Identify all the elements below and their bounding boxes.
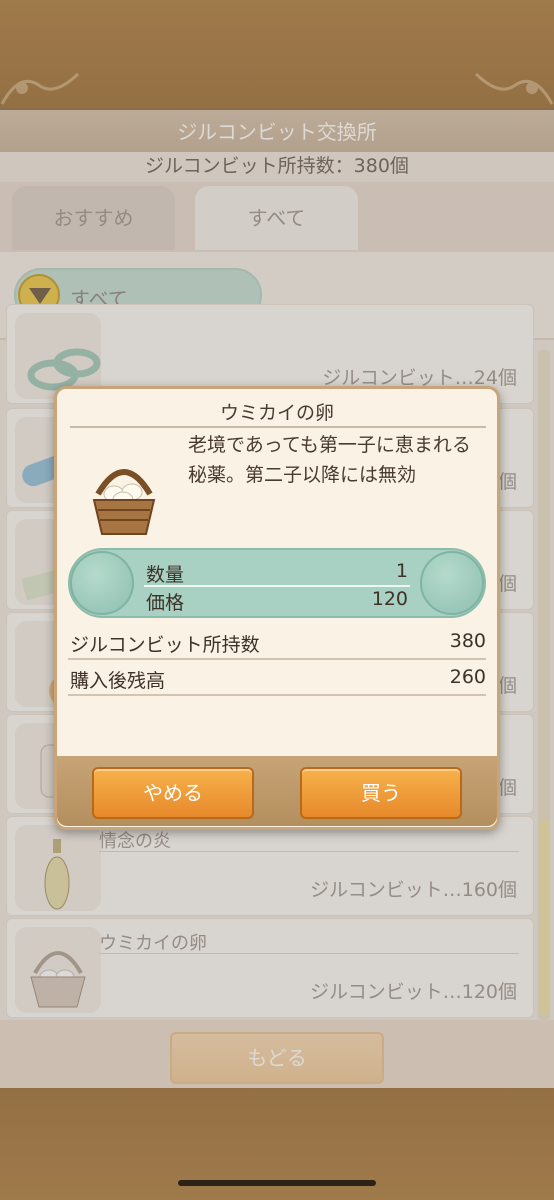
after-purchase-label: 購入後残高 xyxy=(70,670,166,692)
divider xyxy=(70,426,486,428)
buy-button[interactable]: 買う xyxy=(300,767,462,819)
price-label: 価格 xyxy=(146,592,185,614)
decrease-button[interactable] xyxy=(70,551,134,615)
increase-button[interactable] xyxy=(420,551,484,615)
egg-basket-icon xyxy=(92,469,156,535)
divider xyxy=(68,658,486,660)
owned-value: 380 xyxy=(449,630,486,652)
owned-label: ジルコンビット所持数 xyxy=(70,634,260,656)
cancel-button[interactable]: やめる xyxy=(92,767,254,819)
after-purchase-value: 260 xyxy=(449,666,486,688)
quantity-value: 1 xyxy=(395,560,408,582)
dialog-item-name: ウミカイの卵 xyxy=(219,402,334,424)
quantity-label: 数量 xyxy=(146,564,185,586)
divider xyxy=(144,585,410,587)
price-value: 120 xyxy=(371,588,408,610)
divider xyxy=(68,694,486,696)
dialog-description: 老境であっても第一子に恵まれる秘薬。第二子以降には無効 xyxy=(188,434,471,486)
